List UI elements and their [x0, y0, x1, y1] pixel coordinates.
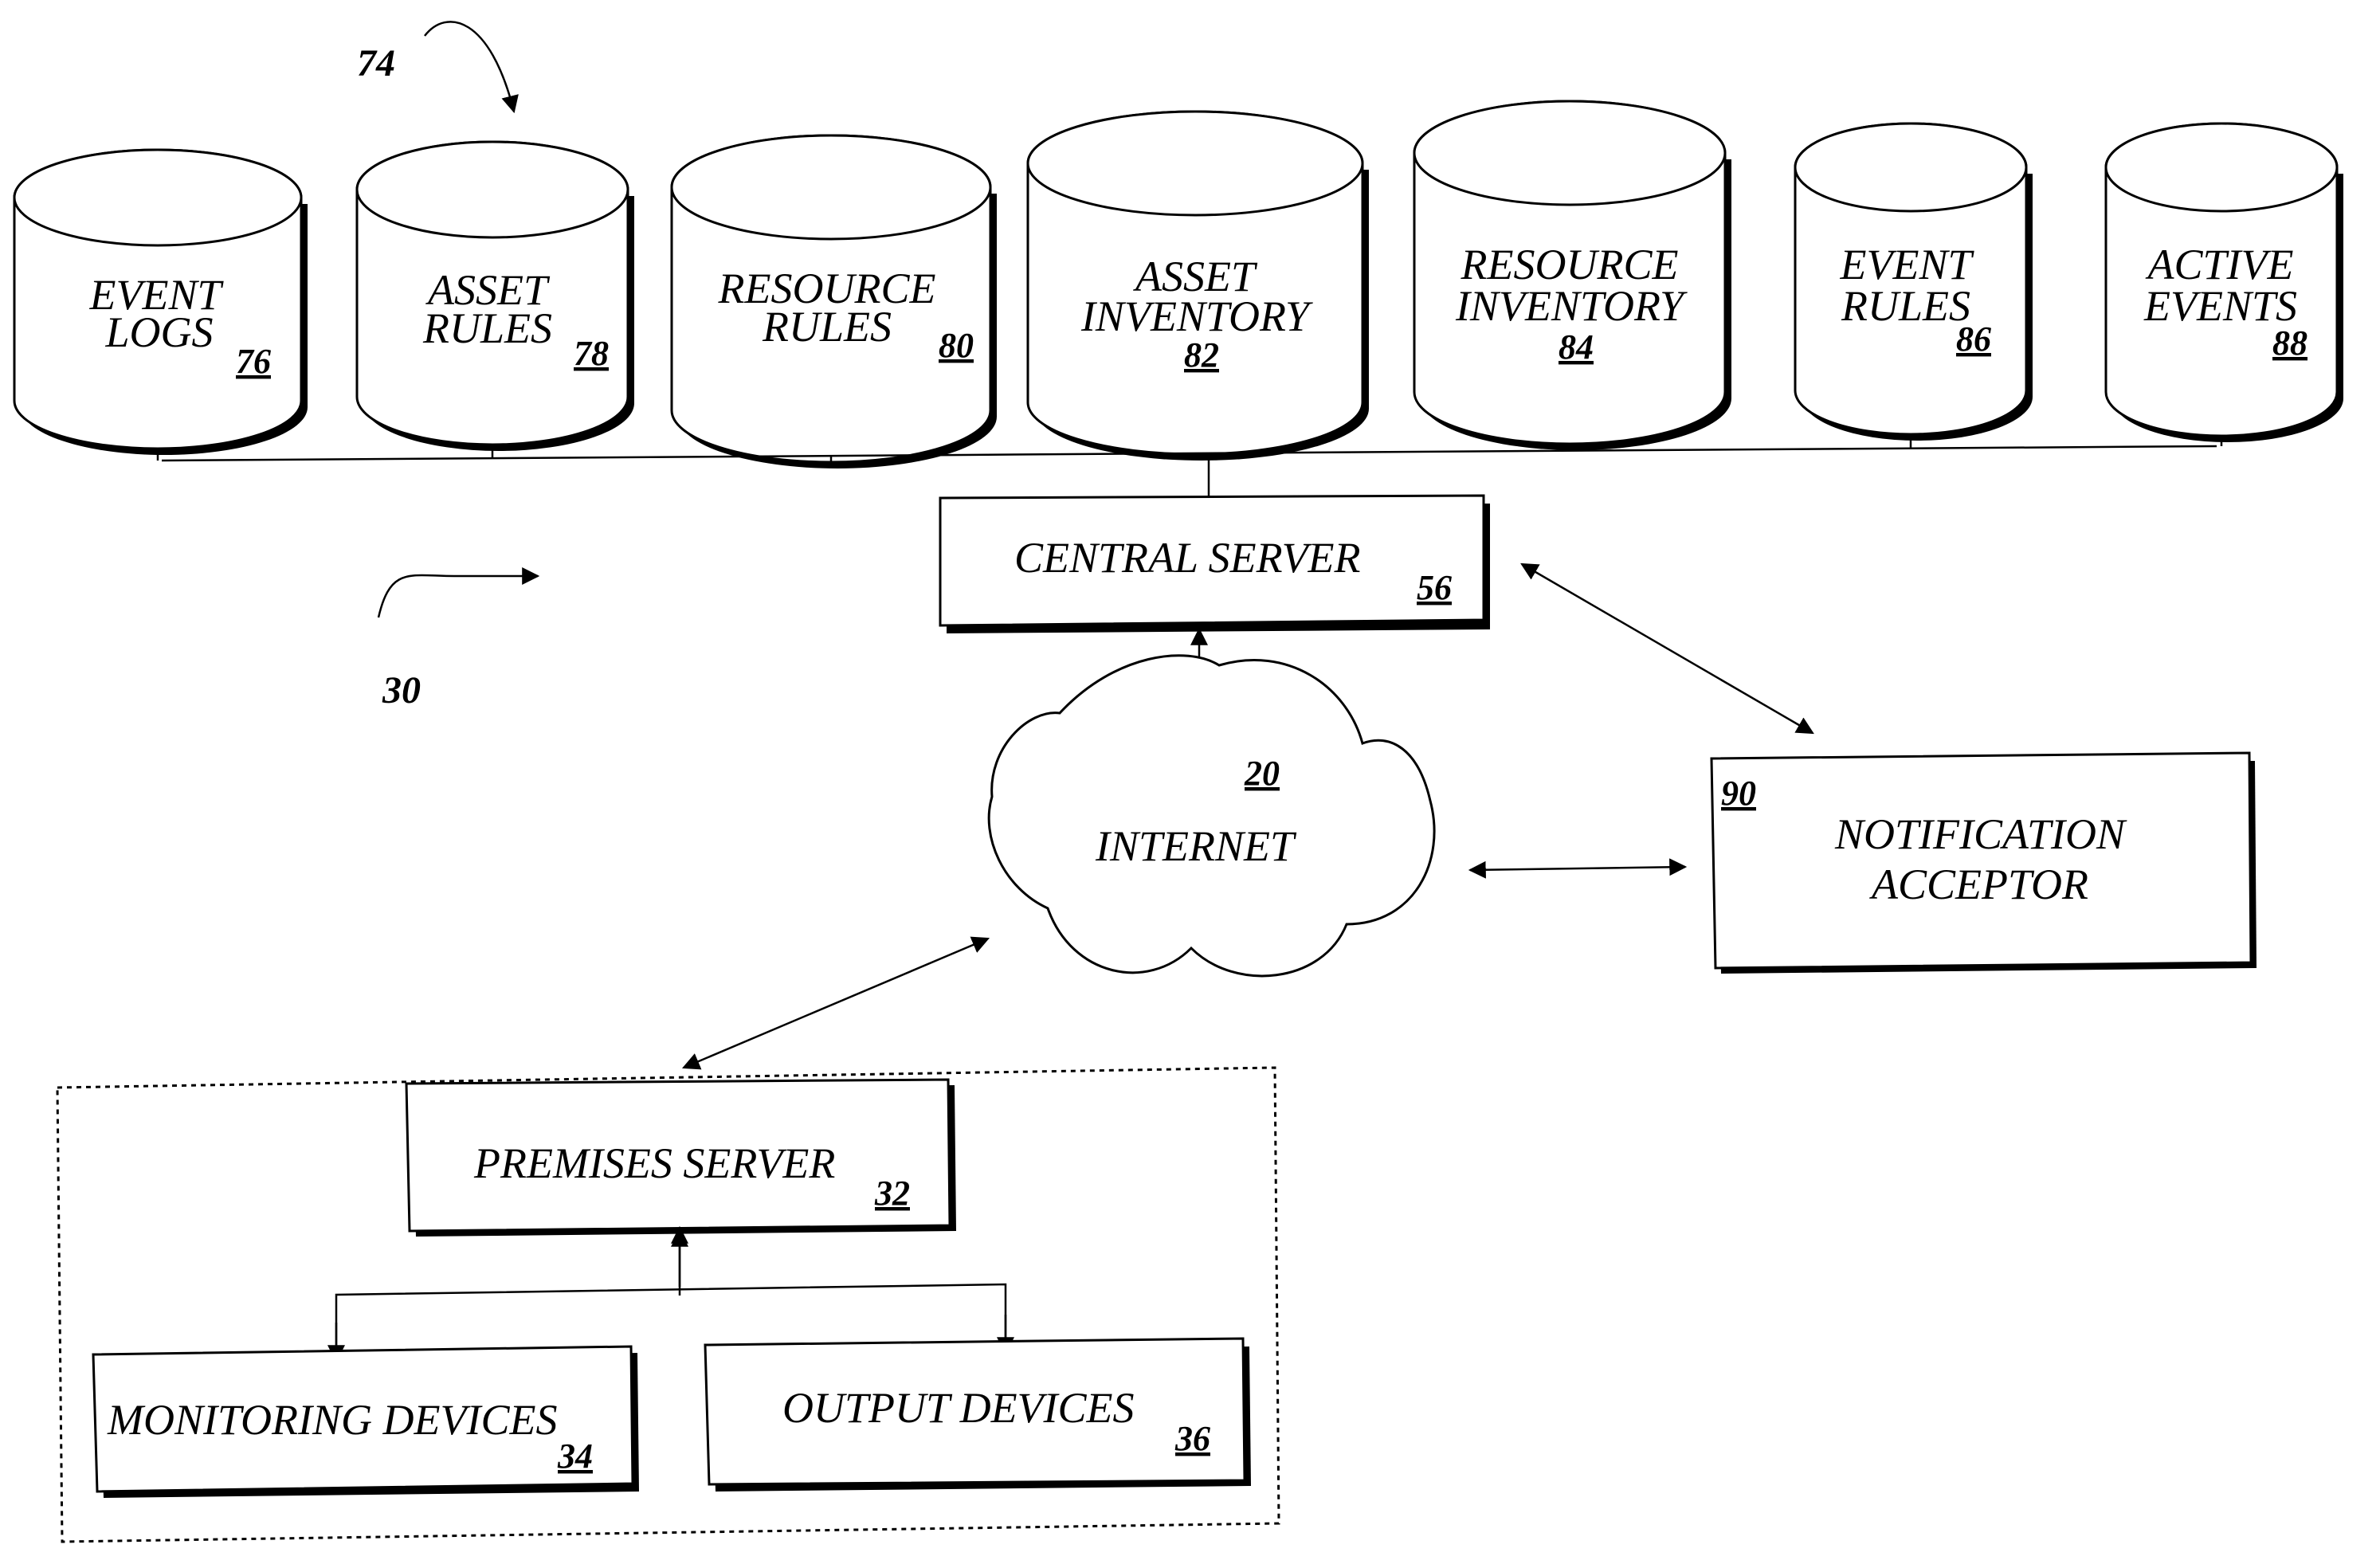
database-ref: 76	[236, 342, 271, 381]
internet-ref: 20	[1244, 754, 1280, 793]
monitoring-devices-label: MONITORING DEVICES	[107, 1396, 557, 1444]
database-cylinder[interactable]: ASSETINVENTORY82	[1026, 110, 1369, 461]
database-cylinder[interactable]: EVENTRULES86	[1794, 122, 2033, 449]
database-label-line2: INVENTORY	[1455, 282, 1688, 330]
notification-acceptor-line2: ACCEPTOR	[1869, 860, 2088, 908]
database-top	[2104, 122, 2339, 213]
database-cylinder[interactable]: ACTIVEEVENTS88	[2104, 122, 2343, 446]
output-devices-label: OUTPUT DEVICES	[782, 1384, 1135, 1432]
monitoring-devices-ref: 34	[557, 1437, 593, 1476]
database-label-line1: RESOURCE	[1461, 241, 1679, 288]
database-group: EVENTLOGS76ASSETRULES78RESOURCERULES 80AS…	[13, 100, 2343, 468]
database-top	[355, 140, 629, 239]
database-top	[1413, 100, 1727, 206]
database-label-line2: EVENTS	[2143, 282, 2297, 330]
ref-30-label: 30	[382, 669, 421, 711]
central-server[interactable]: CENTRAL SERVER 56	[939, 494, 1490, 633]
database-label-line2: RULES	[762, 303, 892, 351]
ref-30-arrow	[377, 567, 540, 618]
database-top	[670, 134, 992, 241]
ref-74-label: 74	[357, 42, 395, 84]
premises-server-label: PREMISES SERVER	[473, 1139, 835, 1187]
central-server-ref: 56	[1417, 568, 1452, 607]
database-cylinder[interactable]: EVENTLOGS76	[13, 148, 308, 461]
monitoring-devices[interactable]: MONITORING DEVICES 34	[92, 1345, 639, 1498]
ref-74-arrow	[424, 21, 519, 114]
database-top	[13, 148, 303, 247]
internet-notification-arrow	[1468, 858, 1688, 879]
database-cylinder[interactable]: RESOURCERULES 80	[670, 134, 997, 468]
database-label-line1: ACTIVE	[2146, 241, 2294, 288]
database-ref: 78	[574, 334, 609, 373]
notification-acceptor-ref: 90	[1721, 774, 1756, 813]
notification-acceptor-line1: NOTIFICATION	[1834, 810, 2127, 858]
database-label-line2: INVENTORY	[1080, 292, 1313, 340]
database-label-line2: RULES	[1841, 282, 1970, 330]
notification-acceptor[interactable]: 90 NOTIFICATION ACCEPTOR	[1710, 751, 2256, 974]
output-devices[interactable]: OUTPUT DEVICES 36	[704, 1337, 1251, 1492]
internet-cloud[interactable]: 20 INTERNET	[987, 654, 1436, 978]
premises-server-ref: 32	[874, 1174, 910, 1213]
database-top	[1794, 122, 2028, 213]
database-ref: 82	[1184, 335, 1219, 374]
premises-connectors	[327, 1225, 1014, 1363]
internet-label: INTERNET	[1095, 822, 1297, 870]
database-top	[1026, 110, 1364, 217]
internet-premises-arrow	[681, 936, 990, 1070]
premises-server[interactable]: PREMISES SERVER 32	[405, 1078, 956, 1237]
output-devices-ref: 36	[1174, 1419, 1210, 1458]
database-bus	[161, 445, 2217, 498]
system-diagram: 74 EVENTLOGS76ASSETRULES78RESOURCERULES 8…	[13, 21, 2343, 1543]
database-label-line2: RULES	[422, 304, 552, 352]
database-ref: 84	[1559, 327, 1594, 367]
central-notification-arrow	[1520, 563, 1814, 735]
database-cylinder[interactable]: RESOURCEINVENTORY84	[1413, 100, 1731, 451]
database-cylinder[interactable]: ASSETRULES78	[355, 140, 634, 459]
database-ref: 88	[2272, 323, 2307, 363]
database-label-line1: EVENT	[1839, 241, 1974, 288]
central-server-label: CENTRAL SERVER	[1014, 534, 1361, 582]
database-ref: 86	[1956, 319, 1991, 359]
database-ref: 80	[939, 326, 974, 365]
database-label-line2: LOGS	[104, 308, 213, 356]
